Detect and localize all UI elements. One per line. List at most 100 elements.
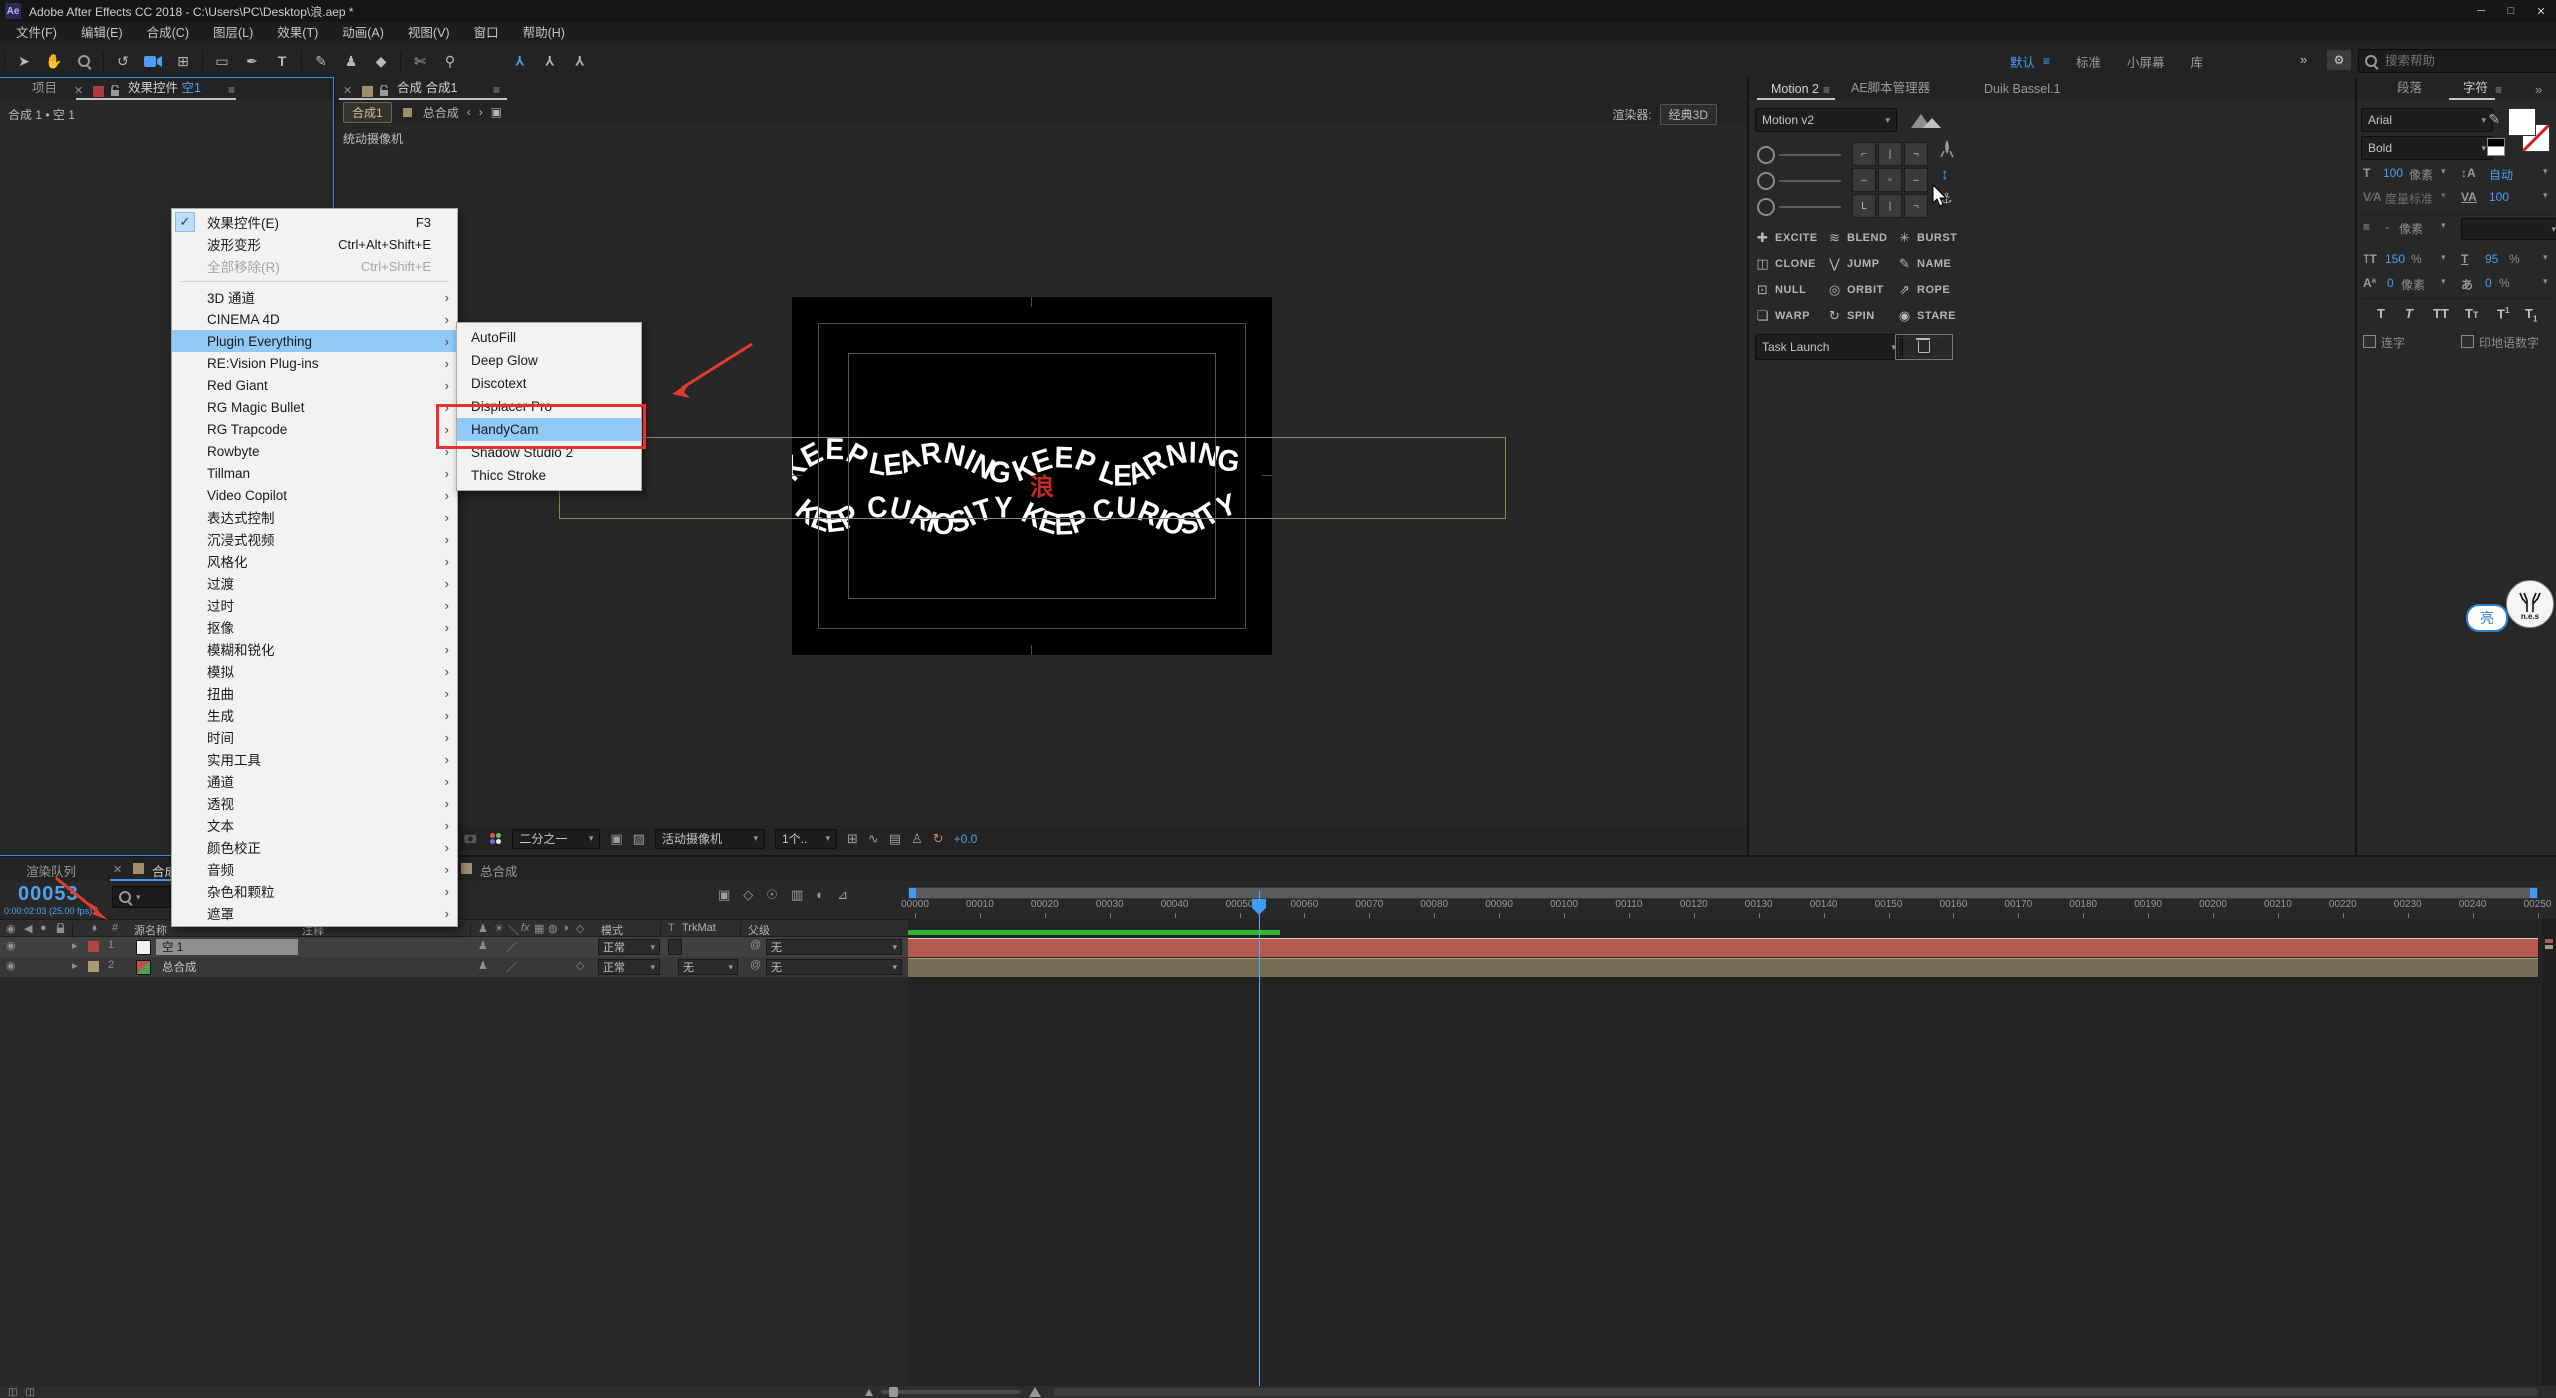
menu-item[interactable]: 杂色和颗粒› — [172, 880, 457, 902]
menu-item[interactable]: RG Magic Bullet› — [172, 396, 457, 418]
menu-item[interactable]: 表达式控制› — [172, 506, 457, 528]
layer-color-swatch[interactable] — [88, 961, 99, 972]
layer-row[interactable]: ◉▸1空 1♟／正常▾@无▾ — [0, 937, 908, 958]
minimize-button[interactable]: ─ — [2466, 0, 2496, 22]
panel-menu-icon[interactable]: ≡ — [1823, 83, 1830, 97]
updown-arrows-icon[interactable]: ↕ — [1941, 166, 1949, 183]
tsume-value[interactable]: 0 — [2485, 276, 2492, 290]
menubar-item[interactable]: 动画(A) — [330, 22, 396, 44]
nav-back-icon[interactable]: ‹ — [467, 105, 471, 119]
menu-item[interactable]: RE:Vision Plug-ins› — [172, 352, 457, 374]
exposure-value[interactable]: +0.0 — [954, 832, 978, 846]
fill-color-swatch[interactable] — [2508, 108, 2536, 136]
menu-item[interactable]: 过时› — [172, 594, 457, 616]
menubar-item[interactable]: 文件(F) — [4, 22, 69, 44]
pixel-aspect-correction-icon[interactable]: ⊞ — [847, 831, 858, 847]
small-caps-button[interactable]: TT — [2465, 306, 2478, 321]
work-area-end-handle[interactable] — [2530, 888, 2537, 898]
menu-item[interactable]: CINEMA 4D› — [172, 308, 457, 330]
anchor-grid-cell[interactable]: | — [1878, 194, 1902, 218]
menu-item[interactable]: 风格化› — [172, 550, 457, 572]
menu-item[interactable]: 文本› — [172, 814, 457, 836]
tab-paragraph[interactable]: 段落 — [2387, 77, 2432, 100]
menubar-item[interactable]: 图层(L) — [201, 22, 265, 44]
layer-visibility-icon[interactable]: ◉ — [6, 959, 16, 972]
tab-ae脚本管理器[interactable]: AE脚本管理器 — [1841, 77, 1940, 100]
submenu-item[interactable]: Thicc Stroke — [457, 464, 641, 487]
motion-button-burst[interactable]: ✳BURST — [1897, 230, 1957, 246]
camera-tool-icon[interactable] — [140, 49, 166, 73]
comp-nav-item[interactable]: 总合成 — [423, 104, 459, 121]
menubar-item[interactable]: 帮助(H) — [511, 22, 577, 44]
close-panel-icon[interactable]: ✕ — [343, 84, 352, 97]
workspace-overflow-icon[interactable]: » — [2300, 52, 2307, 67]
submenu-item[interactable]: Discotext — [457, 372, 641, 395]
menu-item[interactable]: 通道› — [172, 770, 457, 792]
panel-overflow-icon[interactable]: » — [2535, 82, 2542, 97]
workspace-item[interactable]: 标准 — [2076, 52, 2101, 71]
rectangle-tool-icon[interactable]: ▭ — [209, 49, 235, 73]
mountains-icon[interactable] — [1909, 110, 1943, 130]
menu-item[interactable]: 波形变形Ctrl+Alt+Shift+E — [172, 233, 457, 255]
view-layout-dropdown[interactable]: 1个..▾ — [775, 829, 837, 849]
anchor-grid-cell[interactable]: ⌐ — [1852, 142, 1876, 166]
submenu-item[interactable]: AutoFill — [457, 326, 641, 349]
pen-tool-icon[interactable]: ✒ — [239, 49, 265, 73]
motion-button-null[interactable]: ⊡NULL — [1755, 282, 1806, 298]
active-camera-dropdown[interactable]: 活动摄像机▾ — [655, 829, 765, 849]
reset-exposure-icon[interactable]: ↻ — [933, 831, 944, 847]
layer-switches-toggle-icon[interactable]: ◫ — [8, 1387, 17, 1398]
close-panel-icon[interactable]: ✕ — [74, 84, 83, 97]
chevron-down-icon[interactable]: ▾ — [2441, 166, 2446, 177]
show-snapshot-icon[interactable] — [464, 833, 480, 844]
workspace-item[interactable]: 库 — [2191, 52, 2204, 71]
help-search-box[interactable] — [2358, 49, 2556, 73]
horizontal-scrollbar[interactable] — [1053, 1388, 2538, 1396]
view-axis-mode-icon[interactable]: Y — [567, 49, 593, 73]
work-area-start-handle[interactable] — [909, 888, 916, 898]
layer-name[interactable]: 总合成 — [156, 959, 203, 975]
font-family-dropdown[interactable]: Arial▾ — [2361, 108, 2493, 132]
anchor-grid-cell[interactable]: ▫ — [1878, 168, 1902, 192]
menu-item[interactable]: 音频› — [172, 858, 457, 880]
zoom-out-icon[interactable] — [865, 1389, 873, 1396]
show-channels-icon[interactable] — [490, 833, 502, 845]
roto-brush-tool-icon[interactable]: ✄ — [407, 49, 433, 73]
transfer-controls-toggle-icon[interactable]: ◫ — [25, 1387, 34, 1398]
stroke-style-dropdown[interactable]: ▾ — [2461, 218, 2556, 240]
chevron-down-icon[interactable]: ▾ — [2543, 276, 2548, 287]
rocket-icon[interactable] — [1939, 140, 1955, 162]
mini-flowchart-icon[interactable]: ▣ — [491, 105, 502, 119]
layer-color-swatch[interactable] — [88, 941, 99, 952]
renderer-button[interactable]: 经典3D — [1660, 104, 1717, 125]
hindi-digits-checkbox[interactable] — [2461, 335, 2474, 348]
mode-column[interactable]: 模式 — [601, 922, 623, 938]
layer-shy-icon[interactable]: ♟ — [478, 939, 488, 952]
workspace-item[interactable]: 小屏幕 — [2127, 52, 2165, 71]
rotate-tool-icon[interactable]: ↺ — [110, 49, 136, 73]
font-size-value[interactable]: 100 — [2383, 166, 2403, 180]
maximize-button[interactable]: □ — [2496, 0, 2526, 22]
stroke-width-value[interactable]: - — [2385, 220, 2389, 234]
subscript-button[interactable]: T1 — [2525, 306, 2537, 324]
menu-item[interactable]: 抠像› — [172, 616, 457, 638]
anchor-grid-cell[interactable]: L — [1852, 194, 1876, 218]
type-tool-icon[interactable]: T — [269, 49, 295, 73]
layer-quality-icon[interactable]: ／ — [506, 959, 517, 975]
layer-trkmat-dropdown[interactable]: 无▾ — [678, 959, 738, 975]
flowchart-button-icon[interactable]: ♙ — [911, 831, 923, 847]
puppet-pin-tool-icon[interactable]: ⚲ — [437, 49, 463, 73]
comp-nav-item-active[interactable]: 合成1 — [343, 102, 392, 123]
world-axis-mode-icon[interactable]: Y — [537, 49, 563, 73]
motion-slider-1[interactable] — [1757, 146, 1841, 164]
frame-blend-icon[interactable]: ▥ — [791, 887, 803, 903]
vertical-scrollbar[interactable] — [2542, 919, 2556, 1386]
menubar-item[interactable]: 视图(V) — [396, 22, 462, 44]
layer-visibility-icon[interactable]: ◉ — [6, 939, 16, 952]
tab-duik-bassel-1[interactable]: Duik Bassel.1 — [1974, 82, 2070, 100]
layer-name[interactable]: 空 1 — [156, 939, 298, 955]
menu-item[interactable]: 生成› — [172, 704, 457, 726]
tab-character[interactable]: 字符 — [2453, 77, 2498, 100]
eraser-tool-icon[interactable]: ◆ — [368, 49, 394, 73]
parent-pickwhip-icon[interactable]: @ — [750, 959, 761, 971]
